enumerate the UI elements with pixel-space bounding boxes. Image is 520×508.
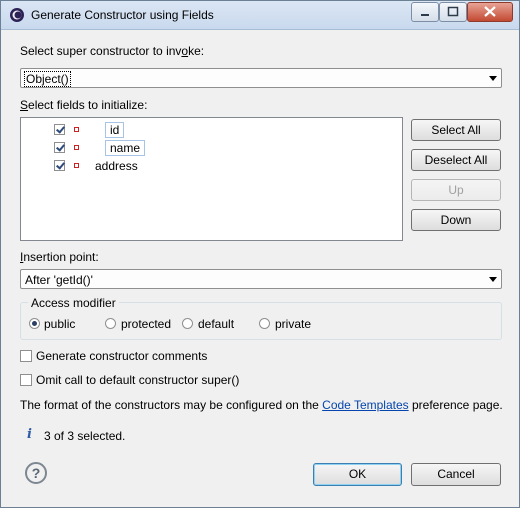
close-button[interactable] [467, 2, 513, 22]
deselect-all-button[interactable]: Deselect All [411, 149, 501, 171]
radio-protected[interactable] [105, 318, 116, 329]
ok-button[interactable]: OK [313, 463, 402, 486]
field-checkbox-address[interactable] [54, 160, 65, 171]
field-name-address: address [95, 159, 138, 173]
omit-super-label[interactable]: Omit call to default constructor super() [36, 373, 239, 387]
field-row-id[interactable]: id [21, 121, 321, 139]
radio-protected-label[interactable]: protected [121, 317, 171, 331]
maximize-button[interactable] [439, 2, 467, 22]
field-private-icon [74, 163, 79, 168]
cancel-button[interactable]: Cancel [411, 463, 501, 486]
insertion-point-combo[interactable]: After 'getId()' [20, 269, 502, 289]
fields-label: Select fields to initialize: [20, 98, 148, 112]
chevron-down-icon [489, 277, 497, 282]
field-name-id: id [105, 122, 125, 138]
eclipse-icon [9, 7, 25, 23]
super-constructor-label: Select super constructor to invoke: [20, 44, 205, 58]
omit-super-checkbox[interactable] [20, 374, 32, 386]
insertion-point-label: Insertion point: [20, 250, 99, 264]
insertion-point-value: After 'getId()' [25, 273, 93, 287]
fields-tree[interactable]: id name address [20, 117, 403, 241]
maximize-icon [447, 6, 459, 17]
info-icon: i [27, 427, 32, 442]
up-button[interactable]: Up [411, 179, 501, 201]
dialog-window: Generate Constructor using Fields Select… [0, 0, 520, 508]
radio-public-label[interactable]: public [44, 317, 75, 331]
gen-comments-checkbox[interactable] [20, 350, 32, 362]
code-templates-link[interactable]: Code Templates [322, 398, 409, 412]
field-checkbox-id[interactable] [54, 124, 65, 135]
access-modifier-title: Access modifier [28, 296, 119, 310]
radio-public[interactable] [29, 318, 40, 329]
field-row-name[interactable]: name [21, 139, 321, 157]
super-constructor-value: Object() [24, 71, 71, 87]
super-constructor-combo[interactable]: Object() [20, 68, 502, 88]
window-title: Generate Constructor using Fields [31, 8, 214, 22]
radio-default[interactable] [182, 318, 193, 329]
field-checkbox-name[interactable] [54, 142, 65, 153]
templates-note: The format of the constructors may be co… [20, 398, 503, 412]
minimize-icon [421, 14, 429, 16]
radio-private[interactable] [259, 318, 270, 329]
select-all-button[interactable]: Select All [411, 119, 501, 141]
radio-private-label[interactable]: private [275, 317, 311, 331]
chevron-down-icon [489, 76, 497, 81]
close-icon [484, 6, 496, 17]
minimize-button[interactable] [411, 2, 439, 22]
selection-status: 3 of 3 selected. [44, 429, 126, 443]
title-bar[interactable]: Generate Constructor using Fields [1, 1, 519, 30]
radio-default-label[interactable]: default [198, 317, 234, 331]
help-icon[interactable]: ? [25, 462, 47, 484]
field-name-name: name [105, 140, 146, 156]
field-private-icon [74, 127, 79, 132]
down-button[interactable]: Down [411, 209, 501, 231]
gen-comments-label[interactable]: Generate constructor comments [36, 349, 207, 363]
field-private-icon [74, 145, 79, 150]
field-row-address[interactable]: address [21, 157, 321, 175]
